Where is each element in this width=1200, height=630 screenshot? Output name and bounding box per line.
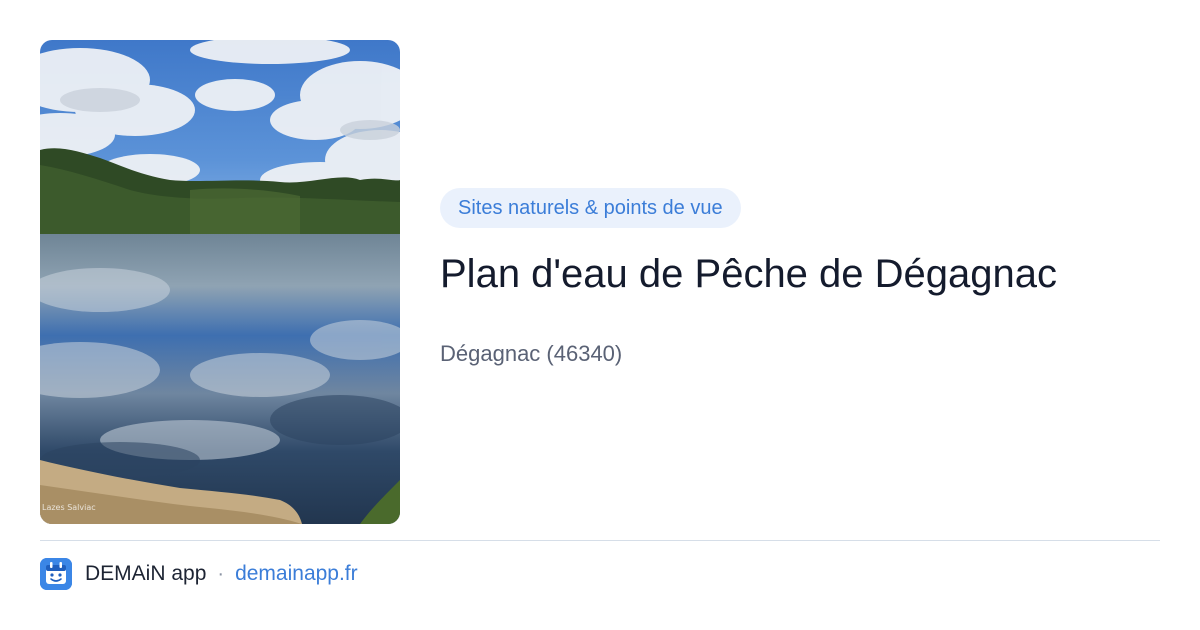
place-photo[interactable]: Lazes Salviac xyxy=(40,40,400,524)
footer: DEMAiN app · demainapp.fr xyxy=(40,558,358,590)
place-title[interactable]: Plan d'eau de Pêche de Dégagnac xyxy=(440,250,1160,298)
footer-divider xyxy=(40,540,1160,541)
card-content: Sites naturels & points de vue Plan d'ea… xyxy=(440,188,1160,368)
demain-app-logo-icon[interactable] xyxy=(40,558,72,590)
footer-separator: · xyxy=(217,562,225,585)
place-location: Dégagnac (46340) xyxy=(440,341,623,366)
app-domain-link[interactable]: demainapp.fr xyxy=(235,562,358,586)
app-name: DEMAiN app xyxy=(85,562,207,585)
link-preview-card[interactable]: Lazes Salviac Sites naturels & points de… xyxy=(0,0,1200,630)
lake-landscape-image xyxy=(40,40,400,524)
photo-credit: Lazes Salviac xyxy=(42,503,96,512)
category-badge[interactable]: Sites naturels & points de vue xyxy=(440,188,741,228)
